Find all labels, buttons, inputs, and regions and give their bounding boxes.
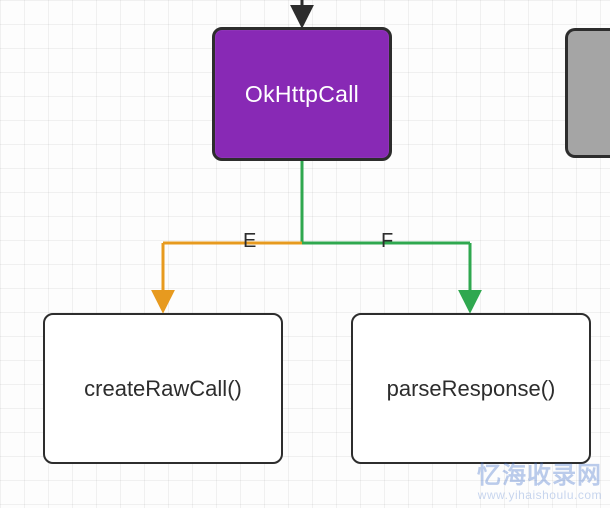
node-label: OkHttpCall [245,81,359,108]
edge-label-f: F [381,230,393,253]
node-label: parseResponse() [387,376,556,402]
edge-label-e: E [243,230,256,253]
node-parse-response[interactable]: parseResponse() [351,313,591,464]
node-side-clipped[interactable] [565,28,610,158]
node-label: createRawCall() [84,376,242,402]
node-create-raw-call[interactable]: createRawCall() [43,313,283,464]
diagram-canvas: OkHttpCall createRawCall() parseResponse… [0,0,610,508]
node-okhttpcall[interactable]: OkHttpCall [212,27,392,161]
watermark-line2: www.yihaishoulu.com [442,488,602,502]
